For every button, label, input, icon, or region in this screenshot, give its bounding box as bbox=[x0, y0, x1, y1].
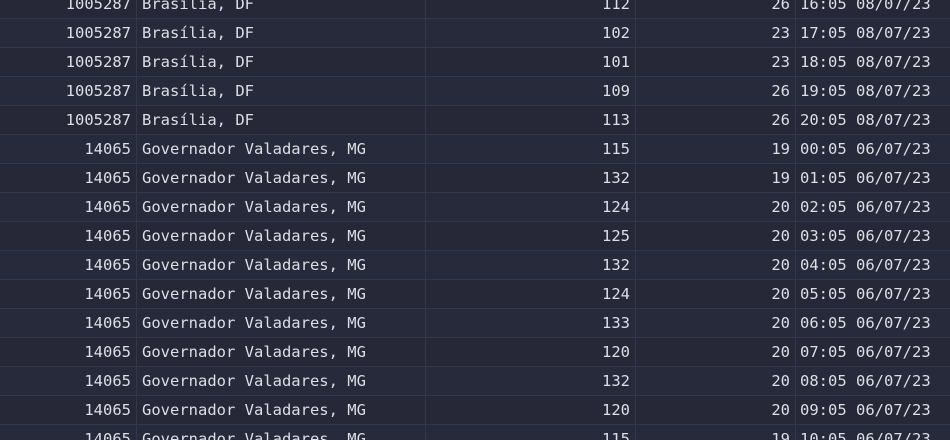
cell-city[interactable]: Governador Valadares, MG bbox=[137, 251, 426, 279]
cell-timestamp[interactable]: 01:05 06/07/23 bbox=[796, 164, 950, 192]
table-row[interactable]: 14065 Governador Valadares, MG 132 20 04:05 … bbox=[0, 251, 950, 280]
table-row[interactable]: 1005287 Brasília, DF 109 26 19:05 08/07/23 bbox=[0, 77, 950, 106]
cell-value-1[interactable]: 132 bbox=[426, 164, 636, 192]
table-row[interactable]: 1005287 Brasília, DF 112 26 16:05 08/07/23 bbox=[0, 0, 950, 19]
cell-station-id[interactable]: 14065 bbox=[0, 280, 137, 308]
cell-value-2[interactable]: 26 bbox=[636, 0, 796, 18]
cell-timestamp[interactable]: 04:05 06/07/23 bbox=[796, 251, 950, 279]
cell-city[interactable]: Governador Valadares, MG bbox=[137, 222, 426, 250]
cell-value-2[interactable]: 19 bbox=[636, 425, 796, 440]
cell-timestamp[interactable]: 17:05 08/07/23 bbox=[796, 19, 950, 47]
cell-timestamp[interactable]: 18:05 08/07/23 bbox=[796, 48, 950, 76]
cell-city[interactable]: Brasília, DF bbox=[137, 19, 426, 47]
cell-timestamp[interactable]: 08:05 06/07/23 bbox=[796, 367, 950, 395]
data-grid-rows: 1005287 Brasília, DF 112 26 16:05 08/07/23 10… bbox=[0, 0, 950, 440]
cell-timestamp[interactable]: 16:05 08/07/23 bbox=[796, 0, 950, 18]
cell-city[interactable]: Governador Valadares, MG bbox=[137, 425, 426, 440]
cell-station-id[interactable]: 1005287 bbox=[0, 19, 137, 47]
cell-timestamp[interactable]: 06:05 06/07/23 bbox=[796, 309, 950, 337]
cell-value-1[interactable]: 113 bbox=[426, 106, 636, 134]
table-row[interactable]: 14065 Governador Valadares, MG 115 19 10:05 … bbox=[0, 425, 950, 440]
cell-value-1[interactable]: 109 bbox=[426, 77, 636, 105]
table-row[interactable]: 1005287 Brasília, DF 113 26 20:05 08/07/23 bbox=[0, 106, 950, 135]
cell-station-id[interactable]: 14065 bbox=[0, 425, 137, 440]
cell-value-1[interactable]: 102 bbox=[426, 19, 636, 47]
cell-station-id[interactable]: 14065 bbox=[0, 338, 137, 366]
cell-value-2[interactable]: 23 bbox=[636, 19, 796, 47]
cell-city[interactable]: Brasília, DF bbox=[137, 0, 426, 18]
cell-value-1[interactable]: 124 bbox=[426, 193, 636, 221]
cell-value-1[interactable]: 133 bbox=[426, 309, 636, 337]
cell-city[interactable]: Brasília, DF bbox=[137, 77, 426, 105]
cell-value-2[interactable]: 20 bbox=[636, 338, 796, 366]
cell-value-2[interactable]: 23 bbox=[636, 48, 796, 76]
cell-value-2[interactable]: 20 bbox=[636, 309, 796, 337]
cell-station-id[interactable]: 1005287 bbox=[0, 106, 137, 134]
cell-city[interactable]: Governador Valadares, MG bbox=[137, 164, 426, 192]
cell-station-id[interactable]: 14065 bbox=[0, 222, 137, 250]
cell-value-2[interactable]: 20 bbox=[636, 280, 796, 308]
cell-timestamp[interactable]: 09:05 06/07/23 bbox=[796, 396, 950, 424]
cell-timestamp[interactable]: 07:05 06/07/23 bbox=[796, 338, 950, 366]
cell-value-2[interactable]: 20 bbox=[636, 367, 796, 395]
table-row[interactable]: 14065 Governador Valadares, MG 132 19 01:05 … bbox=[0, 164, 950, 193]
cell-value-2[interactable]: 26 bbox=[636, 77, 796, 105]
cell-value-1[interactable]: 120 bbox=[426, 338, 636, 366]
cell-timestamp[interactable]: 20:05 08/07/23 bbox=[796, 106, 950, 134]
cell-timestamp[interactable]: 19:05 08/07/23 bbox=[796, 77, 950, 105]
table-row[interactable]: 14065 Governador Valadares, MG 124 20 02:05 … bbox=[0, 193, 950, 222]
cell-value-1[interactable]: 124 bbox=[426, 280, 636, 308]
cell-value-1[interactable]: 112 bbox=[426, 0, 636, 18]
cell-value-1[interactable]: 125 bbox=[426, 222, 636, 250]
cell-station-id[interactable]: 1005287 bbox=[0, 48, 137, 76]
cell-station-id[interactable]: 14065 bbox=[0, 251, 137, 279]
table-row[interactable]: 14065 Governador Valadares, MG 132 20 08:05 … bbox=[0, 367, 950, 396]
cell-value-1[interactable]: 115 bbox=[426, 135, 636, 163]
cell-city[interactable]: Governador Valadares, MG bbox=[137, 135, 426, 163]
cell-value-2[interactable]: 19 bbox=[636, 135, 796, 163]
cell-timestamp[interactable]: 00:05 06/07/23 bbox=[796, 135, 950, 163]
cell-station-id[interactable]: 14065 bbox=[0, 164, 137, 192]
table-row[interactable]: 1005287 Brasília, DF 101 23 18:05 08/07/23 bbox=[0, 48, 950, 77]
cell-station-id[interactable]: 14065 bbox=[0, 367, 137, 395]
cell-value-1[interactable]: 115 bbox=[426, 425, 636, 440]
cell-city[interactable]: Brasília, DF bbox=[137, 48, 426, 76]
table-row[interactable]: 14065 Governador Valadares, MG 124 20 05:05 … bbox=[0, 280, 950, 309]
cell-value-2[interactable]: 19 bbox=[636, 164, 796, 192]
cell-value-2[interactable]: 20 bbox=[636, 222, 796, 250]
table-row[interactable]: 1005287 Brasília, DF 102 23 17:05 08/07/23 bbox=[0, 19, 950, 48]
cell-timestamp[interactable]: 02:05 06/07/23 bbox=[796, 193, 950, 221]
cell-value-1[interactable]: 101 bbox=[426, 48, 636, 76]
cell-city[interactable]: Governador Valadares, MG bbox=[137, 193, 426, 221]
cell-station-id[interactable]: 14065 bbox=[0, 309, 137, 337]
cell-city[interactable]: Governador Valadares, MG bbox=[137, 309, 426, 337]
data-grid[interactable]: 1005287 Brasília, DF 112 26 16:05 08/07/23 10… bbox=[0, 0, 950, 440]
cell-station-id[interactable]: 14065 bbox=[0, 396, 137, 424]
table-row[interactable]: 14065 Governador Valadares, MG 120 20 07:05 … bbox=[0, 338, 950, 367]
cell-station-id[interactable]: 14065 bbox=[0, 135, 137, 163]
cell-value-2[interactable]: 26 bbox=[636, 106, 796, 134]
table-row[interactable]: 14065 Governador Valadares, MG 125 20 03:05 … bbox=[0, 222, 950, 251]
cell-city[interactable]: Governador Valadares, MG bbox=[137, 338, 426, 366]
cell-city[interactable]: Governador Valadares, MG bbox=[137, 280, 426, 308]
cell-value-2[interactable]: 20 bbox=[636, 396, 796, 424]
cell-value-1[interactable]: 132 bbox=[426, 251, 636, 279]
cell-value-1[interactable]: 132 bbox=[426, 367, 636, 395]
cell-station-id[interactable]: 14065 bbox=[0, 193, 137, 221]
cell-timestamp[interactable]: 10:05 06/07/23 bbox=[796, 425, 950, 440]
cell-station-id[interactable]: 1005287 bbox=[0, 0, 137, 18]
cell-city[interactable]: Governador Valadares, MG bbox=[137, 396, 426, 424]
table-row[interactable]: 14065 Governador Valadares, MG 133 20 06:05 … bbox=[0, 309, 950, 338]
cell-value-2[interactable]: 20 bbox=[636, 193, 796, 221]
table-row[interactable]: 14065 Governador Valadares, MG 120 20 09:05 … bbox=[0, 396, 950, 425]
cell-value-1[interactable]: 120 bbox=[426, 396, 636, 424]
table-row[interactable]: 14065 Governador Valadares, MG 115 19 00:05 … bbox=[0, 135, 950, 164]
cell-city[interactable]: Brasília, DF bbox=[137, 106, 426, 134]
cell-station-id[interactable]: 1005287 bbox=[0, 77, 137, 105]
cell-value-2[interactable]: 20 bbox=[636, 251, 796, 279]
cell-city[interactable]: Governador Valadares, MG bbox=[137, 367, 426, 395]
cell-timestamp[interactable]: 03:05 06/07/23 bbox=[796, 222, 950, 250]
cell-timestamp[interactable]: 05:05 06/07/23 bbox=[796, 280, 950, 308]
